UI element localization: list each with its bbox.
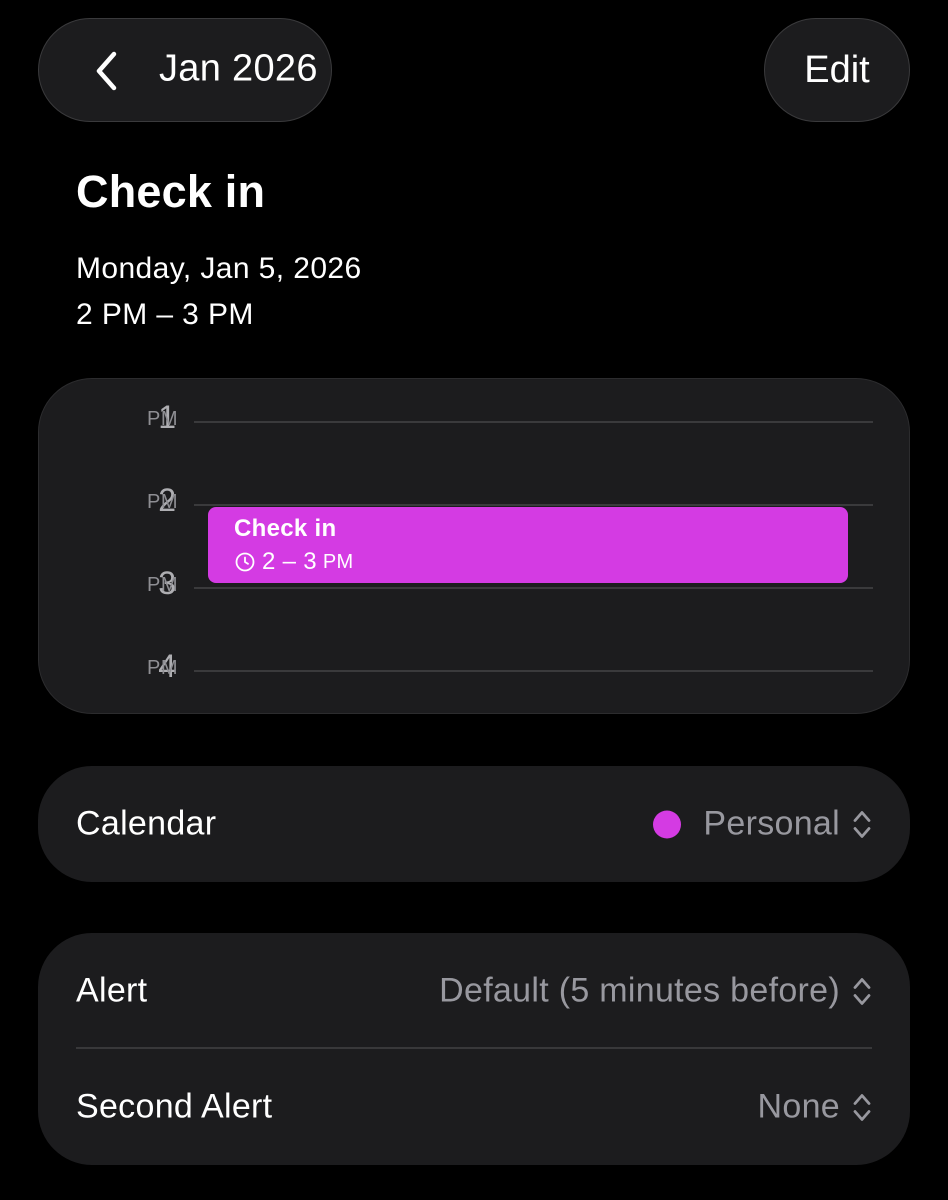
- second-alert-label: Second Alert: [76, 1087, 273, 1126]
- hour-suffix: PM: [147, 491, 178, 513]
- event-block[interactable]: Check in 2 – 3 PM: [208, 507, 848, 583]
- event-date: Monday, Jan 5, 2026: [76, 252, 362, 285]
- event-time-range: 2 PM – 3 PM: [76, 298, 254, 331]
- edit-button[interactable]: Edit: [764, 18, 910, 122]
- second-alert-value: None: [757, 1087, 840, 1126]
- calendar-color-dot: [653, 810, 682, 838]
- chevron-up-down-icon: [853, 1093, 871, 1121]
- alert-picker[interactable]: Default (5 minutes before): [439, 972, 872, 1011]
- second-alert-picker[interactable]: None: [758, 1088, 872, 1127]
- hour-line: [194, 670, 873, 672]
- calendar-group: Calendar Personal: [38, 766, 910, 882]
- calendar-label: Calendar: [76, 804, 217, 843]
- alerts-group: Alert Default (5 minutes before) Second …: [38, 933, 910, 1165]
- hour-line: [194, 587, 873, 589]
- calendar-picker[interactable]: Personal: [653, 805, 872, 844]
- calendar-row[interactable]: Calendar Personal: [38, 766, 910, 882]
- hour-suffix: PM: [147, 408, 178, 430]
- event-block-title: Check in: [234, 515, 337, 542]
- event-title: Check in: [76, 166, 266, 217]
- chevron-up-down-icon: [853, 977, 871, 1005]
- alert-row[interactable]: Alert Default (5 minutes before): [38, 933, 910, 1049]
- hour-suffix: PM: [147, 657, 178, 679]
- chevron-left-icon: [96, 51, 117, 91]
- hour-line: [194, 421, 873, 423]
- hour-suffix: PM: [147, 574, 178, 596]
- clock-icon: [235, 552, 255, 572]
- chevron-up-down-icon: [853, 810, 871, 838]
- event-block-time: 2 – 3 PM: [234, 548, 354, 576]
- second-alert-row[interactable]: Second Alert None: [38, 1049, 910, 1165]
- back-label: Jan 2026: [159, 47, 318, 90]
- hour-line: [194, 504, 873, 506]
- event-block-time-range: 2 – 3: [262, 548, 317, 575]
- calendar-value: Personal: [703, 804, 840, 843]
- edit-label: Edit: [804, 48, 870, 91]
- alert-label: Alert: [76, 971, 148, 1010]
- event-block-ampm: PM: [322, 550, 354, 573]
- alert-value: Default (5 minutes before): [439, 971, 840, 1010]
- back-button[interactable]: Jan 2026: [38, 18, 332, 122]
- day-timeline-preview: 1 PM 2 PM 3 PM 4 PM Check in 2 – 3 PM: [38, 378, 910, 714]
